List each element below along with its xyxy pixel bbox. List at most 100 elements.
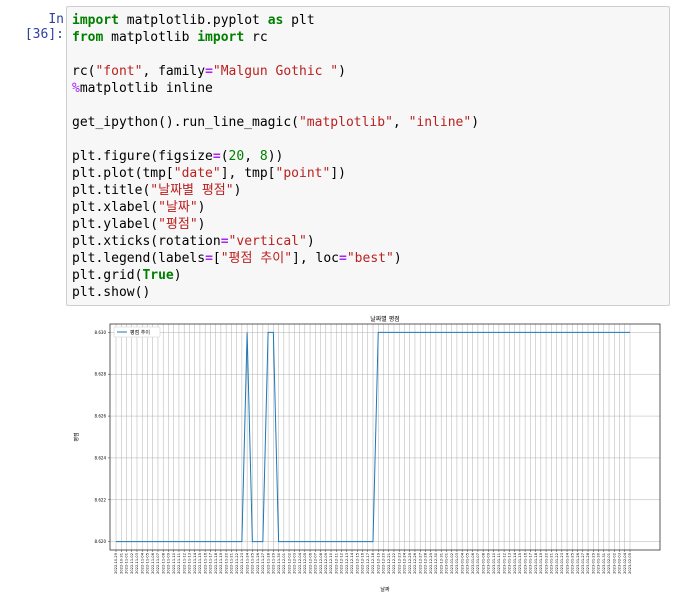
- code-line: plt.title("날짜별 평점"): [72, 182, 669, 199]
- x-tick-label: 2022-11-04: [140, 552, 144, 574]
- x-tick-label: 2022-11-27: [261, 553, 265, 574]
- x-tick-label: 2022-11-18: [214, 552, 218, 574]
- cell-output: 8.620 8.622 8.624 8.626 8.628 8.630 2022-10-2…: [66, 310, 670, 593]
- x-tick-label: 2022-11-01: [125, 553, 129, 574]
- x-tick-label: 2022-12-21: [387, 553, 391, 574]
- x-tick-label: 2022-12-22: [392, 553, 396, 574]
- code-line: plt.legend(labels=["평점 추이"], loc="best"): [72, 250, 669, 267]
- x-tick-label: 2023-01-10: [492, 552, 496, 574]
- code-token: "inline": [408, 115, 472, 130]
- x-tick-label: 2022-11-25: [251, 553, 255, 574]
- x-tick-label: 2022-12-15: [355, 553, 359, 574]
- x-tick-label: 2022-11-14: [193, 552, 197, 574]
- code-token: rc: [244, 30, 268, 45]
- code-token: import: [197, 30, 245, 45]
- grid-lines: [110, 324, 660, 550]
- x-tick-label: 2023-01-26: [576, 552, 580, 574]
- y-axis: 8.620 8.622 8.624 8.626 8.628 8.630: [95, 330, 110, 544]
- code-token: plt.title(: [72, 183, 151, 198]
- code-token: ): [233, 183, 242, 198]
- x-tick-label: 2022-12-14: [350, 552, 354, 574]
- x-tick-label: 2023-01-02: [450, 553, 454, 574]
- code-token: matplotlib: [103, 30, 198, 45]
- legend-label: 평점 추이: [130, 329, 150, 336]
- code-token: ], tmp[: [220, 166, 276, 181]
- x-tick-label: 2022-11-12: [182, 553, 186, 574]
- code-editor[interactable]: import matplotlib.pyplot as plt from matp…: [67, 7, 669, 301]
- x-tick-label: 2022-12-23: [397, 553, 401, 574]
- code-token: rc(: [72, 64, 96, 79]
- code-line: plt.plot(tmp["date"], tmp["point"]): [72, 165, 669, 182]
- x-tick-label: 2022-12-29: [429, 552, 433, 574]
- x-tick-label: 2022-11-13: [188, 553, 192, 574]
- code-token: plt.show(): [72, 285, 151, 300]
- x-tick-label: 2023-01-30: [597, 552, 601, 574]
- x-tick-label: 2023-01-31: [602, 553, 606, 574]
- code-cell[interactable]: import matplotlib.pyplot as plt from matp…: [66, 6, 670, 306]
- x-tick-label: 2023-01-04: [460, 552, 464, 574]
- x-tick-label: 2022-11-09: [167, 552, 171, 574]
- code-line: plt.grid(True): [72, 267, 669, 284]
- x-tick-label: 2022-11-11: [177, 553, 181, 574]
- x-tick-label: 2022-10-29: [114, 552, 118, 574]
- x-tick-label: 2022-11-16: [203, 552, 207, 574]
- code-token: ): [393, 251, 402, 266]
- code-token: %: [72, 81, 80, 96]
- line-chart: 8.620 8.622 8.624 8.626 8.628 8.630 2022-10-2…: [73, 315, 661, 593]
- x-tick-label: 2022-12-09: [324, 552, 328, 574]
- code-token: ]): [330, 166, 346, 181]
- y-tick-label: 8.624: [95, 455, 107, 460]
- x-tick-label: 2022-11-21: [230, 553, 234, 574]
- x-tick-label: 2022-11-08: [161, 552, 165, 574]
- code-token: =: [220, 234, 229, 249]
- x-tick-label: 2022-12-06: [308, 552, 312, 574]
- code-line: plt.xlabel("날짜"): [72, 199, 669, 216]
- code-token: =: [205, 64, 213, 79]
- x-tick-label: 2022-12-25: [408, 553, 412, 574]
- x-tick-label: 2023-01-13: [508, 553, 512, 574]
- x-tick-label: 2022-12-17: [366, 553, 370, 574]
- code-token: "평점 추이": [220, 251, 293, 266]
- code-line: plt.figure(figsize=(20, 8)): [72, 148, 669, 165]
- code-token: "matplotlib": [298, 115, 393, 130]
- x-tick-label: 2023-01-24: [565, 552, 569, 574]
- x-tick-label: 2023-01-19: [539, 552, 543, 574]
- x-tick-label: 2023-01-23: [560, 553, 564, 574]
- code-token: from: [72, 30, 104, 45]
- x-tick-label: 2022-11-28: [266, 552, 270, 574]
- code-token: =: [205, 251, 213, 266]
- x-tick-label: 2022-11-15: [198, 553, 202, 574]
- code-token: get_ipython().run_line_magic(: [72, 115, 299, 130]
- code-line: %matplotlib inline: [72, 80, 669, 97]
- x-tick-label: 2022-11-24: [245, 552, 249, 574]
- x-tick-label: 2022-11-02: [130, 553, 134, 574]
- x-tick-label: 2022-12-10: [329, 552, 333, 574]
- code-token: plt.grid(: [72, 268, 143, 283]
- code-token: =: [212, 149, 221, 164]
- x-axis-label: 날짜: [380, 586, 390, 592]
- code-token: ): [306, 234, 315, 249]
- x-tick-label: 2022-11-26: [256, 552, 260, 574]
- x-tick-label: 2023-01-20: [544, 552, 548, 574]
- code-token: =: [339, 251, 347, 266]
- code-token: plt.plot(tmp[: [72, 166, 174, 181]
- x-tick-label: 2022-12-28: [424, 552, 428, 574]
- chart-title: 날짜별 평점: [370, 315, 400, 323]
- x-tick-label: 2023-01-28: [586, 552, 590, 574]
- x-tick-label: 2022-11-22: [235, 553, 239, 574]
- code-token: "평점": [158, 217, 198, 232]
- x-tick-label: 2023-02-05: [628, 553, 632, 574]
- x-tick-label: 2022-12-01: [282, 553, 286, 574]
- x-tick-label: 2022-11-29: [272, 552, 276, 574]
- y-tick-label: 8.620: [95, 539, 107, 544]
- x-tick-label: 2022-10-31: [119, 553, 123, 574]
- code-line: plt.show(): [72, 284, 669, 301]
- x-tick-label: 2023-01-11: [497, 553, 501, 574]
- x-tick-label: 2023-01-05: [466, 553, 470, 574]
- x-tick-label: 2022-12-08: [319, 552, 323, 574]
- x-tick-label: 2023-01-16: [523, 552, 527, 574]
- x-tick-label: 2022-12-19: [376, 552, 380, 574]
- code-token: )): [267, 149, 284, 164]
- code-token: ,: [244, 149, 260, 164]
